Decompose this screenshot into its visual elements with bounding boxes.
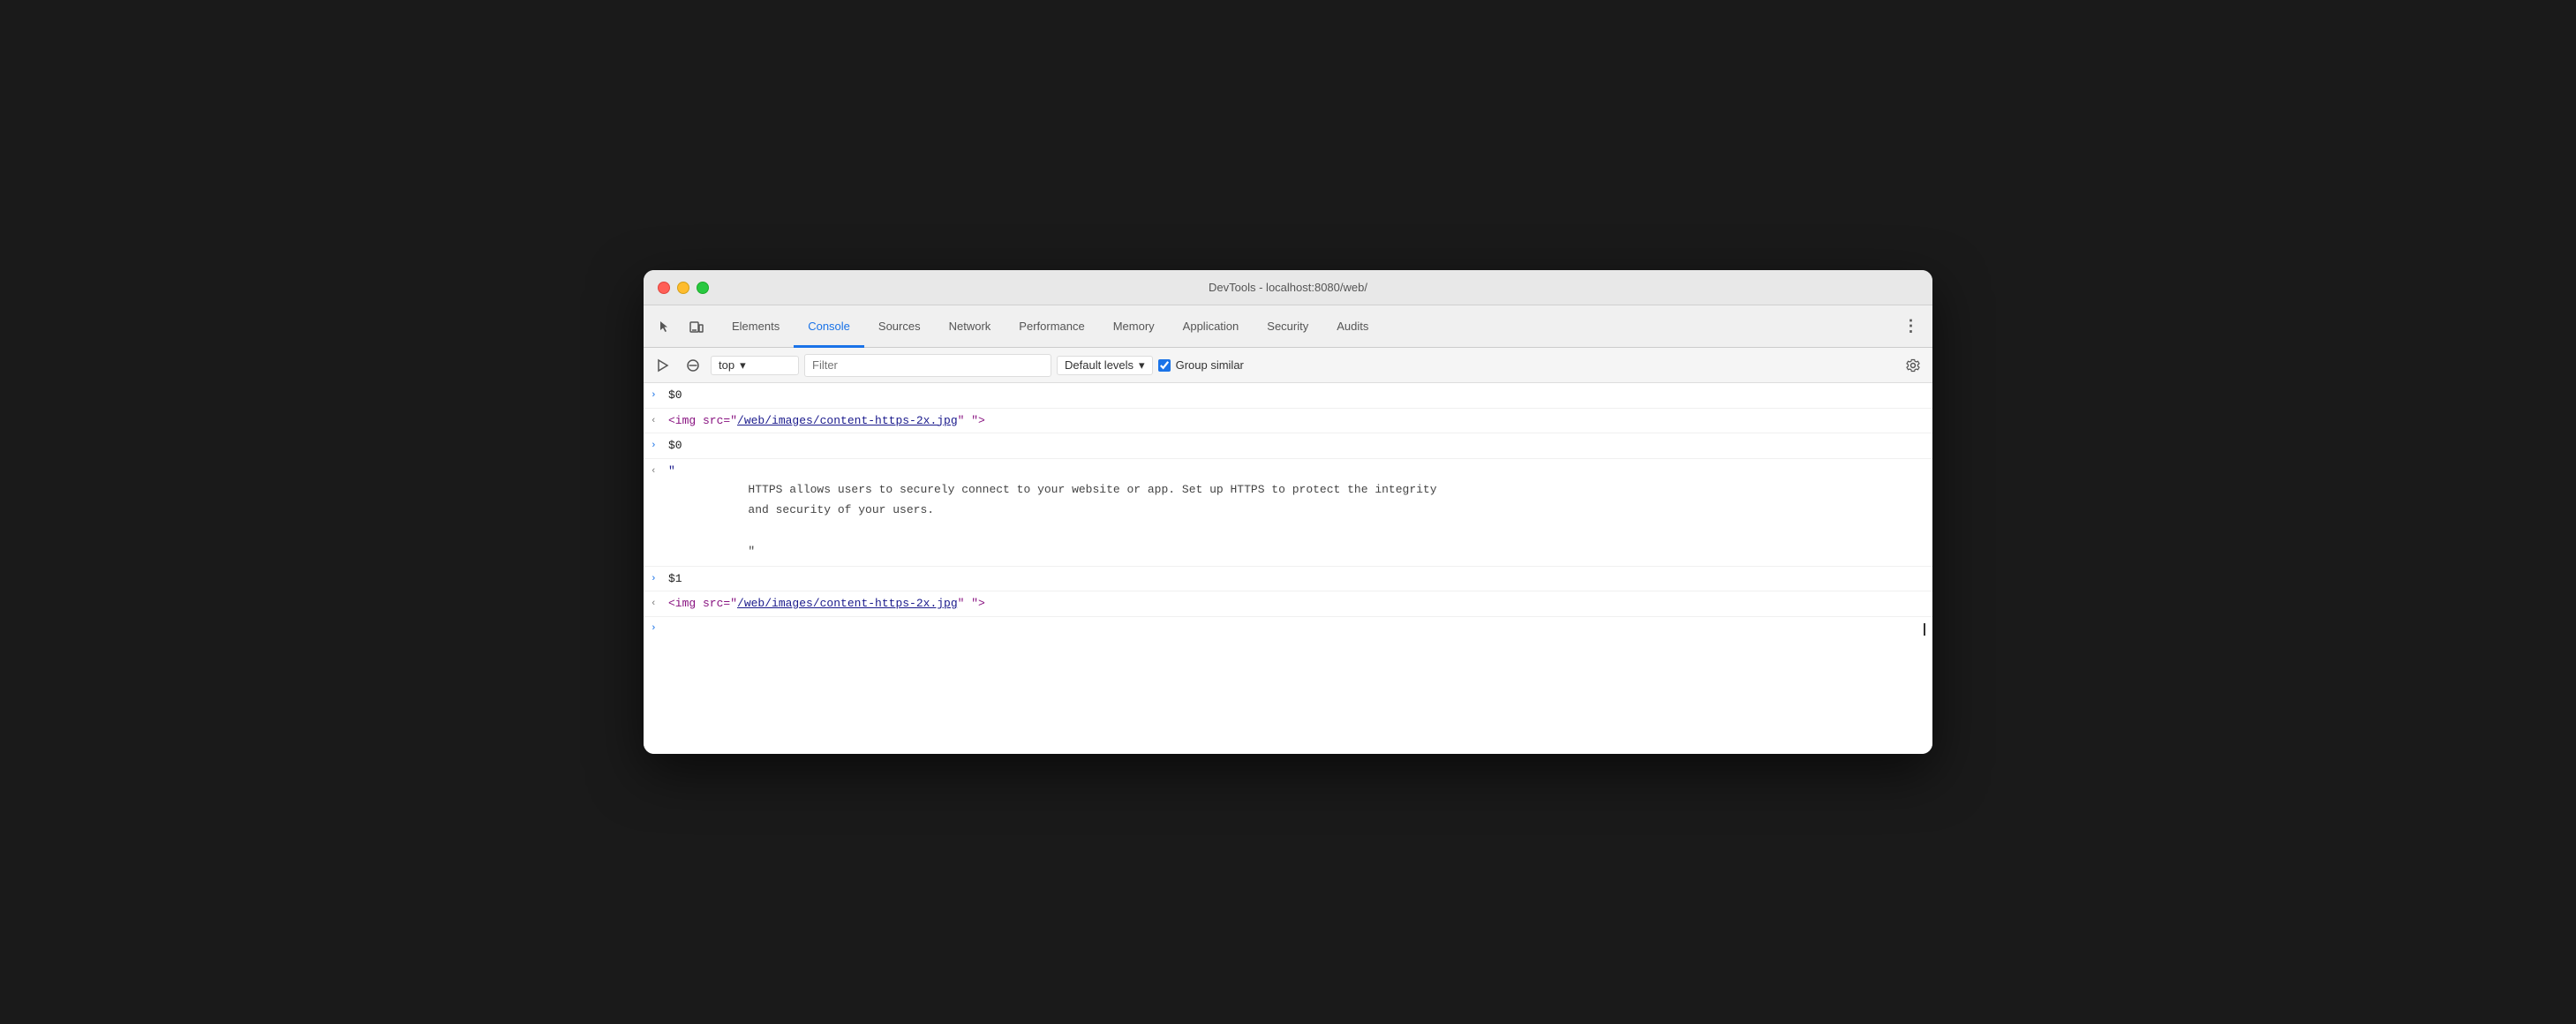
console-entry-text: <img src="/web/images/content-https-2x.j… xyxy=(668,595,1925,613)
console-link[interactable]: /web/images/content-https-2x.jpg xyxy=(737,414,958,427)
play-icon xyxy=(656,358,670,373)
console-entry-text: " HTTPS allows users to securely connect… xyxy=(668,463,1925,562)
console-row: › $1 xyxy=(644,567,1932,592)
device-icon xyxy=(689,320,704,334)
tab-application[interactable]: Application xyxy=(1169,306,1254,348)
group-similar-checkbox-group: Group similar xyxy=(1158,358,1244,372)
tab-sources[interactable]: Sources xyxy=(864,306,935,348)
console-row: ‹ " HTTPS allows users to securely conne… xyxy=(644,459,1932,567)
prompt-arrow[interactable]: › xyxy=(651,437,668,454)
console-row: ‹ <img src="/web/images/content-https-2x… xyxy=(644,409,1932,434)
console-row: ‹ <img src="/web/images/content-https-2x… xyxy=(644,591,1932,617)
console-input-field[interactable] xyxy=(668,622,1924,636)
console-input-prompt: › xyxy=(651,621,668,636)
result-arrow[interactable]: ‹ xyxy=(651,412,668,429)
tab-console[interactable]: Console xyxy=(794,306,864,348)
tab-security[interactable]: Security xyxy=(1253,306,1322,348)
result-arrow[interactable]: ‹ xyxy=(651,595,668,612)
close-button[interactable] xyxy=(658,282,670,294)
minimize-button[interactable] xyxy=(677,282,689,294)
level-selector[interactable]: Default levels ▾ xyxy=(1057,356,1153,375)
group-similar-checkbox[interactable] xyxy=(1158,359,1171,372)
filter-input[interactable] xyxy=(804,354,1051,377)
cursor-icon xyxy=(658,320,672,334)
gear-icon xyxy=(1905,358,1921,373)
console-row: › $0 xyxy=(644,433,1932,459)
tab-memory[interactable]: Memory xyxy=(1099,306,1169,348)
result-arrow[interactable]: ‹ xyxy=(651,463,668,479)
tab-elements[interactable]: Elements xyxy=(718,306,794,348)
tab-performance[interactable]: Performance xyxy=(1005,306,1098,348)
tabs-right: ⋮ xyxy=(1897,305,1925,347)
prompt-arrow[interactable]: › xyxy=(651,387,668,403)
console-entry-text: $1 xyxy=(668,570,1925,588)
device-toolbar-button[interactable] xyxy=(682,312,711,341)
more-tabs-button[interactable]: ⋮ xyxy=(1897,312,1925,341)
clear-console-button[interactable] xyxy=(681,353,705,378)
console-content: › $0 ‹ <img src="/web/images/content-htt… xyxy=(644,383,1932,754)
inspect-element-button[interactable] xyxy=(651,312,679,341)
traffic-lights xyxy=(658,282,709,294)
console-entry-text: $0 xyxy=(668,437,1925,455)
window-title: DevTools - localhost:8080/web/ xyxy=(1209,281,1367,294)
console-entry-text: <img src="/web/images/content-https-2x.j… xyxy=(668,412,1925,430)
console-entry-text: $0 xyxy=(668,387,1925,404)
context-selector[interactable]: top ▾ xyxy=(711,356,799,375)
console-input-row: › xyxy=(644,617,1932,642)
devtools-window: DevTools - localhost:8080/web/ Elemen xyxy=(644,270,1932,754)
tab-network[interactable]: Network xyxy=(935,306,1006,348)
title-bar: DevTools - localhost:8080/web/ xyxy=(644,270,1932,305)
cursor xyxy=(1924,623,1925,636)
console-toolbar: top ▾ Default levels ▾ Group similar xyxy=(644,348,1932,383)
prompt-arrow[interactable]: › xyxy=(651,570,668,587)
console-multiline-text: HTTPS allows users to securely connect t… xyxy=(668,479,1925,562)
maximize-button[interactable] xyxy=(697,282,709,294)
settings-button[interactable] xyxy=(1901,353,1925,378)
console-link[interactable]: /web/images/content-https-2x.jpg xyxy=(737,597,958,610)
tabs-list: Elements Console Sources Network Perform… xyxy=(718,305,1897,347)
tab-audits[interactable]: Audits xyxy=(1322,306,1382,348)
run-script-button[interactable] xyxy=(651,353,675,378)
tabs-row: Elements Console Sources Network Perform… xyxy=(644,305,1932,348)
tab-tools-left xyxy=(651,305,711,347)
levels-dropdown-icon: ▾ xyxy=(1139,358,1145,373)
dropdown-arrow-icon: ▾ xyxy=(740,358,746,373)
block-icon xyxy=(686,358,700,373)
console-row: › $0 xyxy=(644,383,1932,409)
